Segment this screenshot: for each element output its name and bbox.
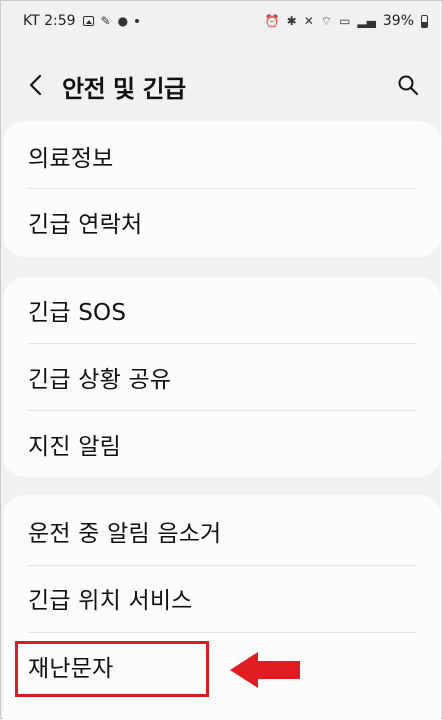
- battery-icon: [421, 14, 428, 28]
- list-item-disaster-messages[interactable]: 재난문자: [3, 633, 441, 699]
- list-item-label: 운전 중 알림 음소거: [28, 521, 222, 547]
- chat-icon: ●: [117, 14, 129, 28]
- list-item-driving-mute[interactable]: 운전 중 알림 음소거: [3, 498, 441, 564]
- gallery-icon: [82, 16, 94, 26]
- wifi-icon: ⌔: [320, 14, 333, 28]
- more-notifications-icon: [135, 19, 140, 23]
- battery-percent: 39%: [382, 13, 414, 29]
- signal-icon: ▂▄: [357, 14, 376, 28]
- list-item-emergency-sos[interactable]: 긴급 SOS: [3, 277, 441, 343]
- list-item-emergency-contacts[interactable]: 긴급 연락처: [3, 189, 441, 255]
- status-right: ⏰ ✱ ✕ ⌔ ▭ ▂▄ 39%: [265, 13, 428, 29]
- page-title: 안전 및 긴급: [62, 75, 186, 103]
- status-left: KT 2:59 ✎ ●: [23, 13, 140, 29]
- edit-icon: ✎: [100, 14, 111, 28]
- carrier-time: KT 2:59: [23, 13, 76, 29]
- mute-icon: ✕: [303, 14, 314, 28]
- list-item-emergency-sharing[interactable]: 긴급 상황 공유: [3, 344, 441, 410]
- list-item-label: 긴급 연락처: [28, 212, 143, 238]
- search-icon[interactable]: [396, 73, 420, 97]
- list-item-emergency-location[interactable]: 긴급 위치 서비스: [3, 565, 441, 631]
- settings-group-3: 운전 중 알림 음소거 긴급 위치 서비스 재난문자: [3, 495, 441, 720]
- list-item-label: 재난문자: [28, 656, 114, 682]
- list-item-label: 의료정보: [28, 146, 114, 172]
- left-arrow-annotation-icon: [230, 652, 300, 688]
- list-item-earthquake-alerts[interactable]: 지진 알림: [3, 411, 441, 477]
- list-item-label: 지진 알림: [28, 434, 121, 460]
- status-bar: KT 2:59 ✎ ● ⏰ ✱ ✕ ⌔ ▭ ▂▄ 39%: [1, 1, 442, 41]
- hd-voice-icon: ▭: [339, 14, 351, 28]
- settings-group-2: 긴급 SOS 긴급 상황 공유 지진 알림: [3, 277, 441, 477]
- list-item-label: 긴급 SOS: [28, 300, 127, 326]
- app-header: 안전 및 긴급: [1, 59, 442, 111]
- list-item-label: 긴급 위치 서비스: [28, 588, 193, 614]
- settings-group-1: 의료정보 긴급 연락처: [3, 121, 441, 257]
- bluetooth-icon: ✱: [286, 14, 297, 28]
- back-arrow-icon[interactable]: [25, 73, 47, 97]
- list-item-medical-info[interactable]: 의료정보: [3, 123, 441, 189]
- alarm-icon: ⏰: [264, 14, 280, 28]
- list-item-label: 긴급 상황 공유: [28, 367, 172, 393]
